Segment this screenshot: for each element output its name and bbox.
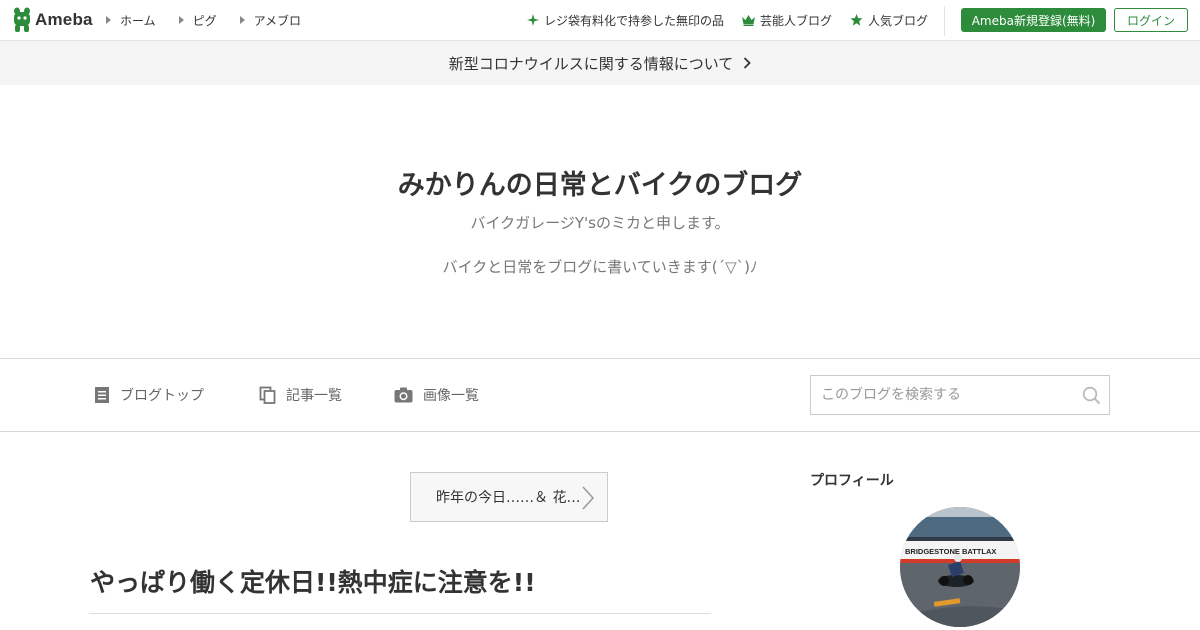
link-label: 人気ブログ xyxy=(867,13,928,28)
article-divider xyxy=(89,613,711,614)
nav-item-label: ホーム xyxy=(120,13,156,28)
blog-description: バイクと日常をブログに書いていきます(´▽`)ﾉ xyxy=(442,258,758,276)
search-input[interactable] xyxy=(811,376,1071,414)
blog-subtitle: バイクガレージY'sのミカと申します。 xyxy=(470,214,730,232)
notice-text: 新型コロナウイルスに関する情報について xyxy=(448,54,734,73)
nav-label: 画像一覧 xyxy=(423,388,479,404)
blog-search xyxy=(810,375,1110,415)
ameba-logo-icon xyxy=(14,7,30,32)
blog-title[interactable]: みかりんの日常とバイクのブログ xyxy=(0,163,1200,202)
link-label: 芸能人ブログ xyxy=(759,13,832,28)
nav-image-list[interactable]: 画像一覧 xyxy=(394,359,479,431)
avatar-banner-text: BRIDGESTONE BATTLAX xyxy=(905,547,996,556)
link-celebrity-blogs[interactable]: 芸能人ブログ xyxy=(741,12,832,29)
blog-nav: ブログトップ 記事一覧 画像一覧 xyxy=(0,358,1200,432)
nav-label: 記事一覧 xyxy=(286,388,342,404)
nav-blog-top[interactable]: ブログトップ xyxy=(94,359,204,431)
avatar-photo: BRIDGESTONE BATTLAX xyxy=(900,507,1020,627)
triangle-right-icon xyxy=(178,16,184,24)
triangle-right-icon xyxy=(106,16,111,24)
ameba-logo[interactable]: Ameba xyxy=(12,7,93,33)
logo-text: Ameba xyxy=(35,10,93,29)
register-button[interactable]: Ameba新規登録(無料) xyxy=(961,8,1106,32)
article-title[interactable]: やっぱり働く定休日!!熱中症に注意を!! xyxy=(90,563,536,599)
avatar[interactable]: BRIDGESTONE BATTLAX xyxy=(900,507,1020,627)
chevron-right-icon xyxy=(744,57,752,69)
profile-heading: プロフィール xyxy=(810,473,894,489)
nav-item-label: アメブロ xyxy=(253,13,302,28)
previous-article-button[interactable]: 昨年の今日……＆ 花… xyxy=(410,472,608,522)
nav-item-home[interactable]: ホーム xyxy=(106,12,156,29)
sparkle-icon xyxy=(526,14,539,26)
link-label: レジ袋有料化で持参した無印の品 xyxy=(543,13,724,28)
crown-icon xyxy=(741,14,755,26)
copy-icon xyxy=(259,386,276,404)
nav-label: ブログトップ xyxy=(120,388,204,404)
search-icon[interactable] xyxy=(1082,386,1101,405)
link-trending-topic[interactable]: レジ袋有料化で持参した無印の品 xyxy=(526,12,724,29)
nav-item-pigg[interactable]: ピグ xyxy=(178,12,217,29)
nav-article-list[interactable]: 記事一覧 xyxy=(259,359,342,431)
nav-item-ameblo[interactable]: アメブロ xyxy=(239,12,302,29)
triangle-right-icon xyxy=(239,16,245,24)
header-divider xyxy=(944,6,945,36)
link-popular-blogs[interactable]: 人気ブログ xyxy=(850,12,928,29)
global-header: Ameba ホーム ピグ アメブロ レジ袋有料化で持参した無印の品 芸能人ブログ… xyxy=(0,0,1200,41)
header-links: レジ袋有料化で持参した無印の品 芸能人ブログ 人気ブログ xyxy=(509,0,928,40)
star-icon xyxy=(850,14,863,26)
global-nav: ホーム ピグ アメブロ xyxy=(106,0,324,40)
previous-article-title: 昨年の今日……＆ 花… xyxy=(436,490,581,506)
login-button[interactable]: ログイン xyxy=(1114,8,1188,32)
chevron-right-icon xyxy=(582,486,595,510)
nav-item-label: ピグ xyxy=(192,13,217,28)
document-icon xyxy=(95,387,109,403)
camera-icon xyxy=(394,387,413,403)
covid-notice-link[interactable]: 新型コロナウイルスに関する情報について xyxy=(0,41,1200,85)
